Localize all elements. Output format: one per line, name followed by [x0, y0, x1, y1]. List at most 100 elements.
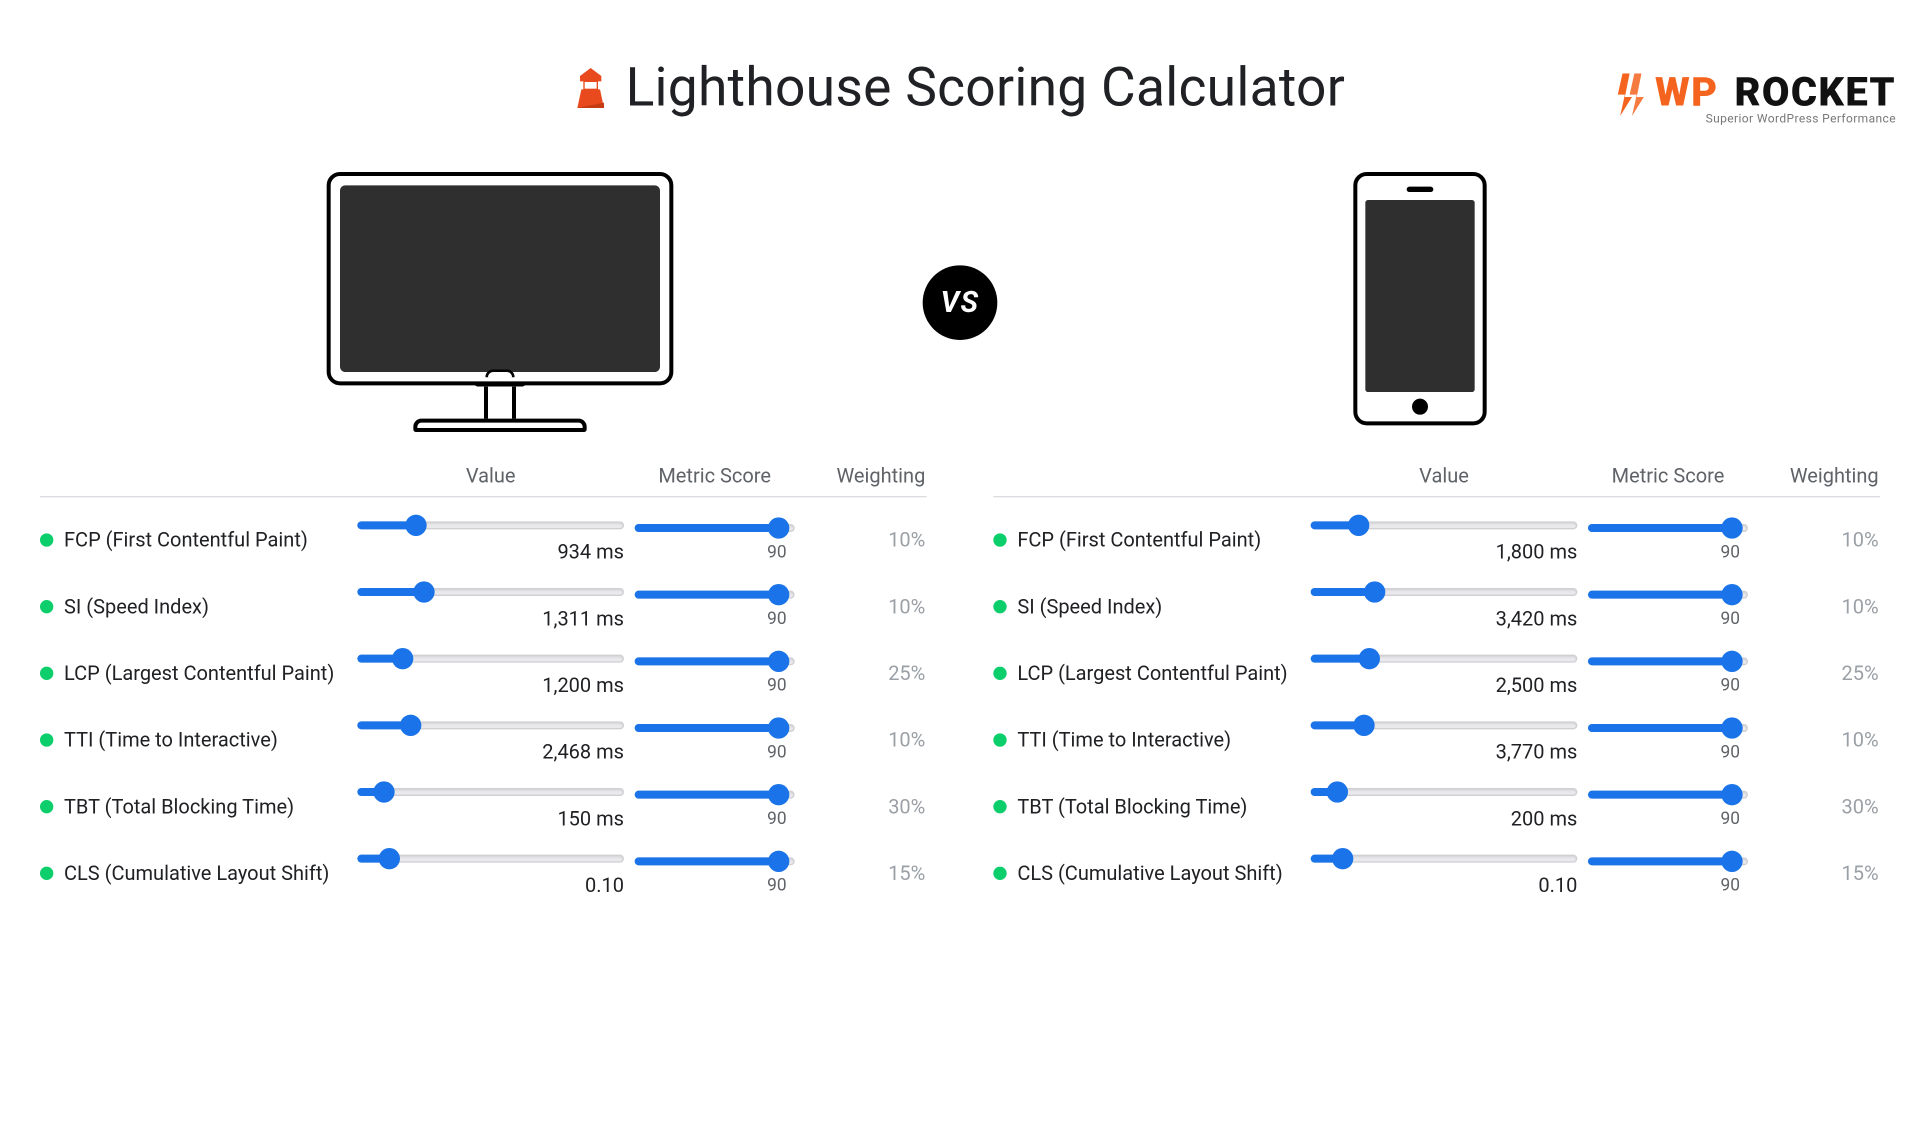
- metric-row: TTI (Time to Interactive)3,770 ms9010%: [993, 697, 1880, 764]
- metric-score: 90: [1588, 675, 1748, 695]
- value-slider[interactable]: [1311, 849, 1578, 868]
- score-slider[interactable]: [635, 785, 795, 804]
- metric-label: LCP (Largest Contentful Paint): [64, 661, 334, 685]
- metric-label: TTI (Time to Interactive): [1017, 728, 1231, 752]
- metric-score: 90: [635, 675, 795, 695]
- metric-row: LCP (Largest Contentful Paint) 1,200 ms 90…: [40, 631, 927, 698]
- metric-row: CLS (Cumulative Layout Shift) 0.10 90 15%: [993, 831, 1880, 898]
- metric-name: SI (Speed Index): [993, 595, 1300, 619]
- metric-name: FCP (First Contentful Paint): [40, 528, 347, 552]
- metric-name: TTI (Time to Interactive): [993, 728, 1300, 752]
- status-dot-icon: [40, 800, 53, 813]
- mobile-metrics-table: Value Metric Score Weighting FCP (First …: [993, 464, 1880, 897]
- metric-weight: 10%: [1759, 528, 1879, 552]
- vs-badge: VS: [923, 265, 998, 340]
- score-slider[interactable]: [1588, 851, 1748, 870]
- status-dot-icon: [993, 600, 1006, 613]
- metric-score: 90: [635, 875, 795, 895]
- status-dot-icon: [993, 867, 1006, 880]
- metric-name: FCP (First Contentful Paint): [993, 528, 1300, 552]
- metric-score: 90: [635, 809, 795, 829]
- page-title: Lighthouse Scoring Calculator: [626, 56, 1346, 119]
- score-slider[interactable]: [1588, 651, 1748, 670]
- score-slider[interactable]: [635, 518, 795, 537]
- mobile-icon: [1353, 172, 1486, 425]
- metric-weight: 10%: [1759, 728, 1879, 752]
- value-slider[interactable]: [357, 583, 624, 602]
- status-dot-icon: [993, 533, 1006, 546]
- metric-row: LCP (Largest Contentful Paint) 2,500 ms 90…: [993, 631, 1880, 698]
- metric-weight: 10%: [805, 595, 925, 619]
- metric-row: TBT (Total Blocking Time) 200 ms 90 30%: [993, 764, 1880, 831]
- value-slider[interactable]: [357, 649, 624, 668]
- score-slider[interactable]: [635, 651, 795, 670]
- desktop-icon: [327, 172, 674, 432]
- score-slider[interactable]: [635, 585, 795, 604]
- metric-value: 3,770 ms: [1311, 740, 1578, 764]
- metric-label: LCP (Largest Contentful Paint): [1017, 661, 1287, 685]
- metric-label: CLS (Cumulative Layout Shift): [1017, 861, 1282, 885]
- metric-label: TBT (Total Blocking Time): [64, 795, 294, 819]
- col-weight: Weighting: [805, 464, 925, 488]
- metric-name: LCP (Largest Contentful Paint): [993, 661, 1300, 685]
- metric-score: 90: [635, 542, 795, 562]
- metric-value: 1,200 ms: [357, 673, 624, 697]
- status-dot-icon: [993, 800, 1006, 813]
- metric-name: CLS (Cumulative Layout Shift): [993, 861, 1300, 885]
- value-slider[interactable]: [1311, 649, 1578, 668]
- metric-score: 90: [1588, 875, 1748, 895]
- value-slider[interactable]: [1311, 516, 1578, 535]
- value-slider[interactable]: [357, 783, 624, 802]
- metric-score: 90: [1588, 542, 1748, 562]
- metric-weight: 10%: [805, 528, 925, 552]
- metric-label: SI (Speed Index): [1017, 595, 1162, 619]
- status-dot-icon: [40, 533, 53, 546]
- status-dot-icon: [40, 600, 53, 613]
- value-slider[interactable]: [1311, 583, 1578, 602]
- value-slider[interactable]: [1311, 783, 1578, 802]
- metric-weight: 15%: [805, 861, 925, 885]
- score-slider[interactable]: [1588, 785, 1748, 804]
- metric-label: CLS (Cumulative Layout Shift): [64, 861, 329, 885]
- metric-name: TBT (Total Blocking Time): [40, 795, 347, 819]
- score-slider[interactable]: [635, 718, 795, 737]
- metric-row: SI (Speed Index)3,420 ms9010%: [993, 564, 1880, 631]
- score-slider[interactable]: [1588, 585, 1748, 604]
- col-score: Metric Score: [1588, 464, 1748, 488]
- metric-value: 1,800 ms: [1311, 540, 1578, 564]
- metric-value: 0.10: [1311, 873, 1578, 897]
- metric-value: 200 ms: [1311, 807, 1578, 831]
- metric-weight: 15%: [1759, 861, 1879, 885]
- metric-label: FCP (First Contentful Paint): [1017, 528, 1261, 552]
- lighthouse-icon: [575, 67, 607, 107]
- desktop-metrics-table: Value Metric Score Weighting FCP (First …: [40, 464, 927, 897]
- metric-label: FCP (First Contentful Paint): [64, 528, 308, 552]
- metric-weight: 25%: [1759, 661, 1879, 685]
- metric-row: FCP (First Contentful Paint) 934 ms 90 10%: [40, 497, 927, 564]
- metric-row: SI (Speed Index)1,311 ms9010%: [40, 564, 927, 631]
- value-slider[interactable]: [1311, 716, 1578, 735]
- metric-name: TBT (Total Blocking Time): [993, 795, 1300, 819]
- status-dot-icon: [40, 667, 53, 680]
- metric-weight: 30%: [1759, 795, 1879, 819]
- metric-name: SI (Speed Index): [40, 595, 347, 619]
- value-slider[interactable]: [357, 716, 624, 735]
- metric-label: TTI (Time to Interactive): [64, 728, 278, 752]
- metric-row: TTI (Time to Interactive)2,468 ms9010%: [40, 697, 927, 764]
- score-slider[interactable]: [1588, 718, 1748, 737]
- metric-weight: 10%: [805, 728, 925, 752]
- metric-row: FCP (First Contentful Paint) 1,800 ms 90 10…: [993, 497, 1880, 564]
- metric-name: CLS (Cumulative Layout Shift): [40, 861, 347, 885]
- metric-value: 934 ms: [357, 540, 624, 564]
- metric-score: 90: [635, 742, 795, 762]
- col-score: Metric Score: [635, 464, 795, 488]
- metric-row: CLS (Cumulative Layout Shift)0.109015%: [40, 831, 927, 898]
- metric-score: 90: [1588, 809, 1748, 829]
- score-slider[interactable]: [1588, 518, 1748, 537]
- value-slider[interactable]: [357, 516, 624, 535]
- col-value: Value: [357, 464, 624, 488]
- score-slider[interactable]: [635, 851, 795, 870]
- value-slider[interactable]: [357, 849, 624, 868]
- metric-weight: 30%: [805, 795, 925, 819]
- metric-value: 2,500 ms: [1311, 673, 1578, 697]
